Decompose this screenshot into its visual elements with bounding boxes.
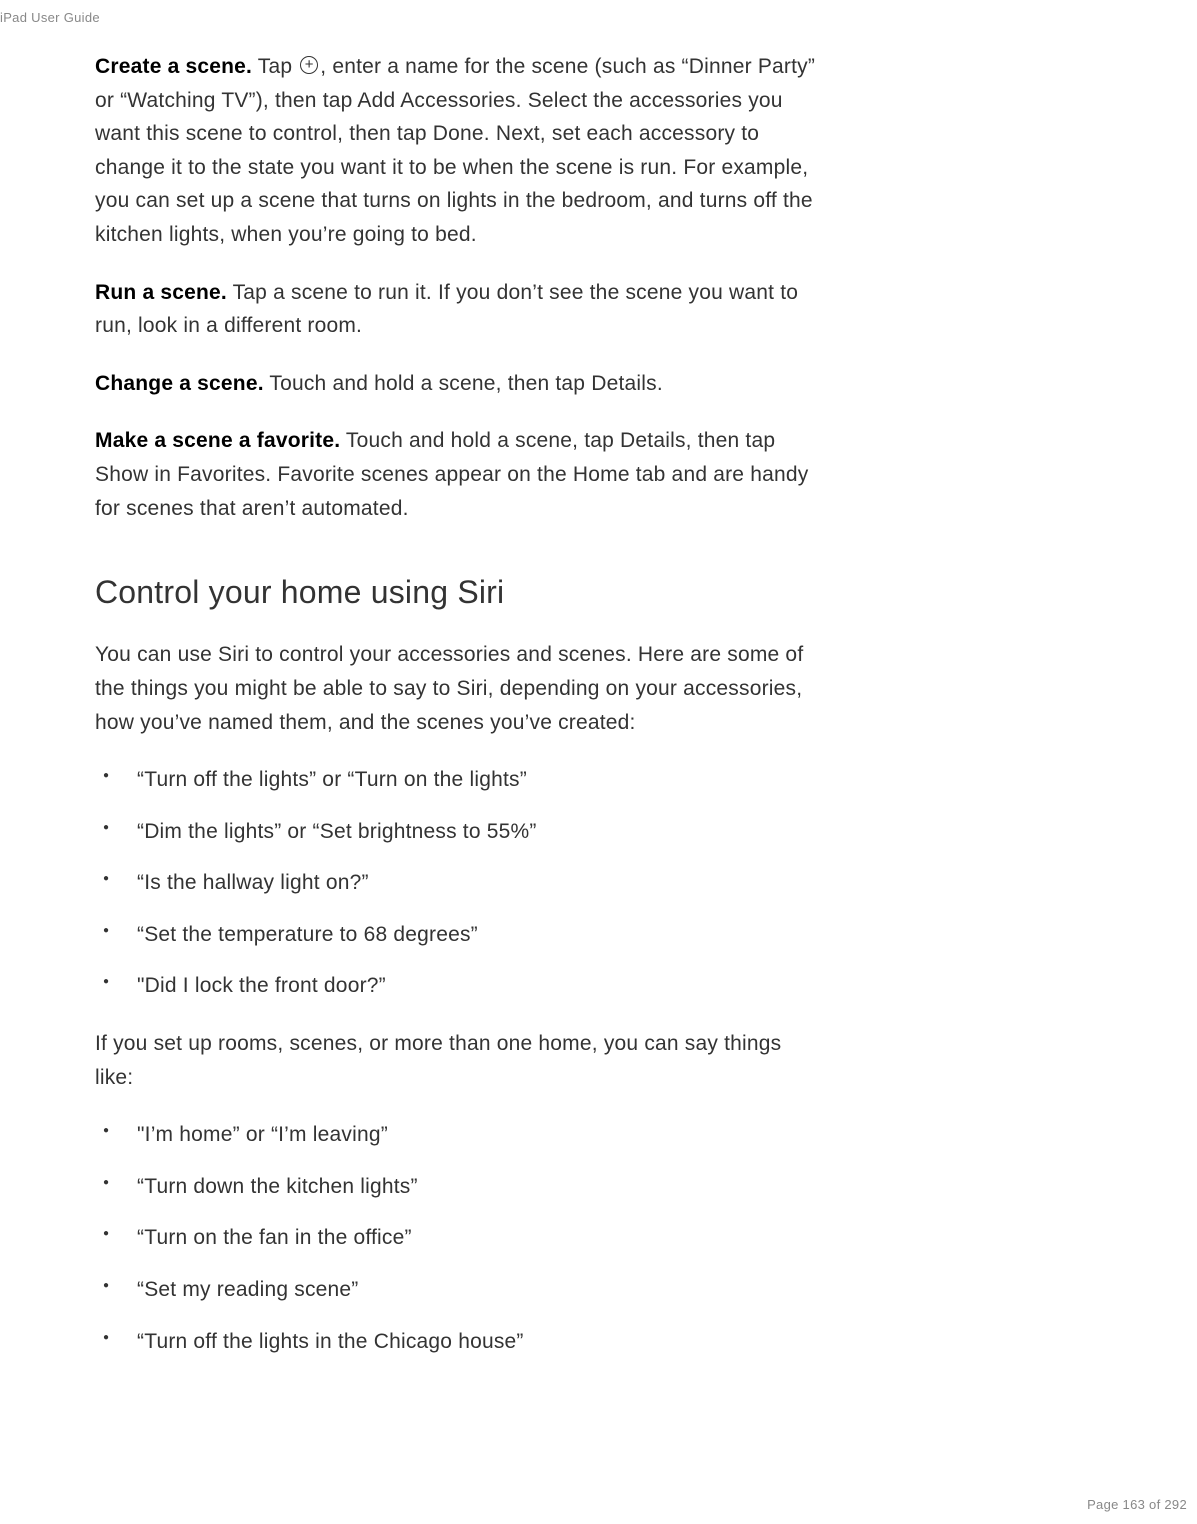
text-change-scene: Touch and hold a scene, then tap Details… bbox=[264, 372, 663, 395]
list-item: “Dim the lights” or “Set brightness to 5… bbox=[95, 815, 825, 849]
paragraph-change-scene: Change a scene. Touch and hold a scene, … bbox=[95, 367, 825, 401]
list-item: “Turn on the fan in the office” bbox=[95, 1221, 825, 1255]
page-number: Page 163 of 292 bbox=[1087, 1497, 1187, 1512]
paragraph-create-scene: Create a scene. Tap , enter a name for t… bbox=[95, 50, 825, 252]
text-after-icon: , enter a name for the scene (such as “D… bbox=[95, 55, 815, 246]
list-item: “Turn off the lights in the Chicago hous… bbox=[95, 1325, 825, 1359]
main-content: Create a scene. Tap , enter a name for t… bbox=[0, 0, 920, 1358]
list-item: “Turn off the lights” or “Turn on the li… bbox=[95, 763, 825, 797]
siri-commands-list-2: "I’m home” or “I’m leaving” “Turn down t… bbox=[95, 1118, 825, 1358]
siri-intro-text: You can use Siri to control your accesso… bbox=[95, 638, 825, 739]
lead-favorite-scene: Make a scene a favorite. bbox=[95, 429, 340, 452]
header-title: iPad User Guide bbox=[0, 10, 100, 25]
paragraph-favorite-scene: Make a scene a favorite. Touch and hold … bbox=[95, 424, 825, 525]
paragraph-run-scene: Run a scene. Tap a scene to run it. If y… bbox=[95, 276, 825, 343]
lead-change-scene: Change a scene. bbox=[95, 372, 264, 395]
document-header: iPad User Guide bbox=[0, 8, 100, 29]
text-before-icon: Tap bbox=[252, 55, 298, 78]
list-item: “Set the temperature to 68 degrees” bbox=[95, 918, 825, 952]
siri-middle-text: If you set up rooms, scenes, or more tha… bbox=[95, 1027, 825, 1094]
list-item: "Did I lock the front door?” bbox=[95, 969, 825, 1003]
page-footer: Page 163 of 292 bbox=[1087, 1495, 1187, 1516]
list-item: "I’m home” or “I’m leaving” bbox=[95, 1118, 825, 1152]
list-item: “Is the hallway light on?” bbox=[95, 866, 825, 900]
plus-circle-icon bbox=[300, 56, 318, 74]
lead-run-scene: Run a scene. bbox=[95, 281, 227, 304]
list-item: “Set my reading scene” bbox=[95, 1273, 825, 1307]
siri-commands-list-1: “Turn off the lights” or “Turn on the li… bbox=[95, 763, 825, 1003]
lead-create-scene: Create a scene. bbox=[95, 55, 252, 78]
section-heading-siri: Control your home using Siri bbox=[95, 567, 825, 618]
list-item: “Turn down the kitchen lights” bbox=[95, 1170, 825, 1204]
